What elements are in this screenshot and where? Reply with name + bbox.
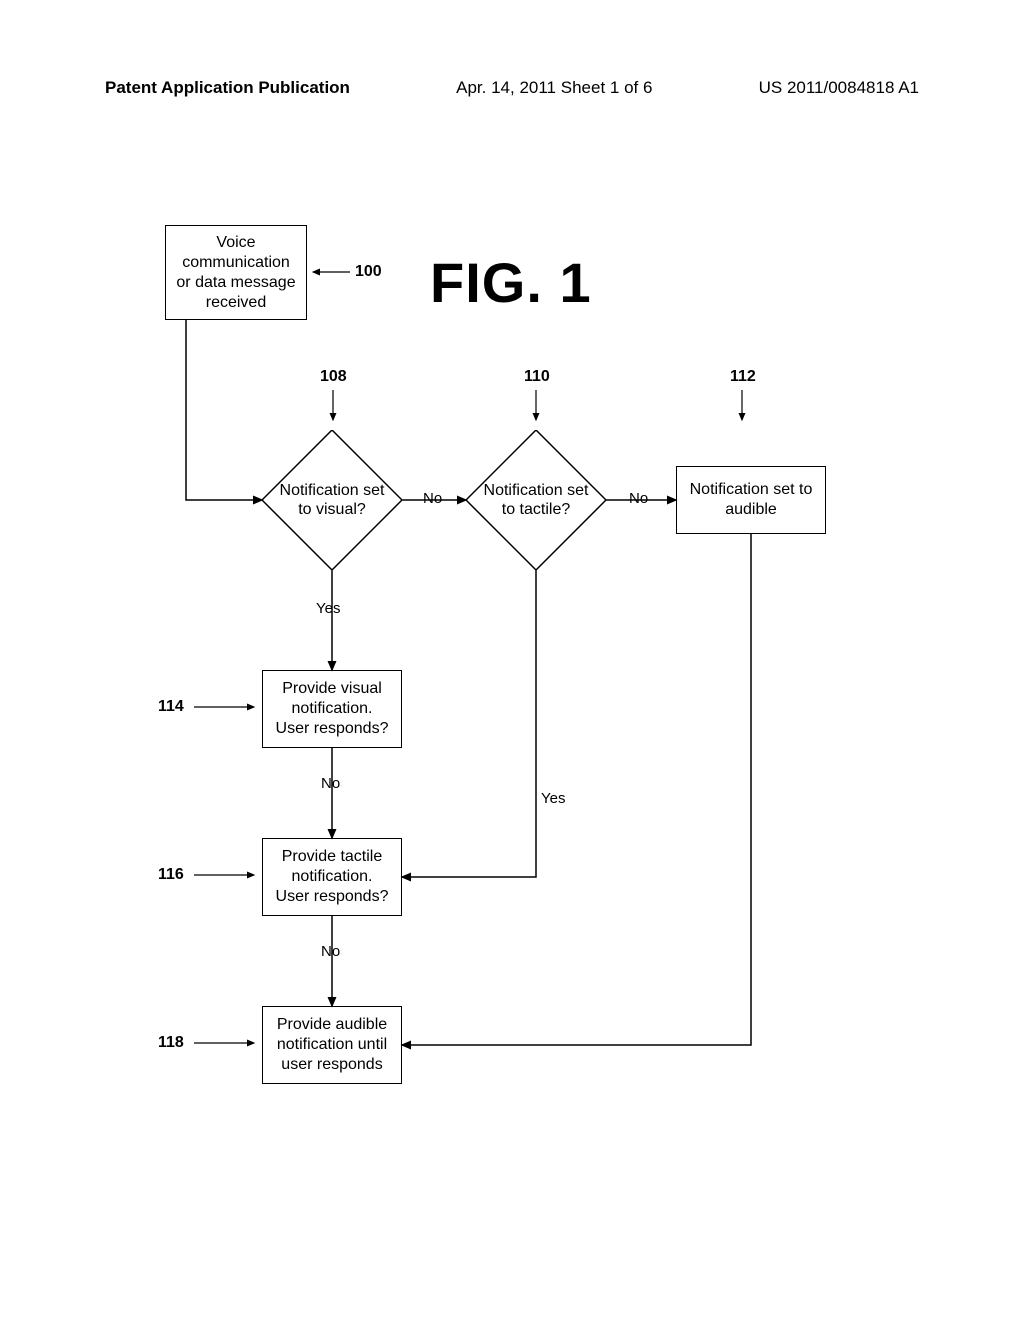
edge-110-no: No [629, 490, 648, 507]
connector-lines [0, 0, 1024, 1320]
node-tactile-notify-text: Provide tactile notification. User respo… [273, 847, 391, 907]
ref-116: 116 [158, 866, 184, 884]
node-audible-set: Notification set to audible [676, 466, 826, 534]
ref-100: 100 [355, 263, 382, 281]
node-audible-notify: Provide audible notification until user … [262, 1006, 402, 1084]
header-pubnum: US 2011/0084818 A1 [759, 78, 919, 98]
ref-118: 118 [158, 1034, 184, 1052]
figure-title: FIG. 1 [430, 250, 592, 315]
node-decision-tactile-text: Notification set to tactile? [481, 481, 591, 519]
edge-116-no: No [321, 943, 340, 960]
node-decision-tactile: Notification set to tactile? [466, 430, 606, 570]
page-header: Patent Application Publication Apr. 14, … [0, 78, 1024, 98]
node-decision-visual: Notification set to visual? [262, 430, 402, 570]
node-visual-notify: Provide visual notification. User respon… [262, 670, 402, 748]
edge-108-no: No [423, 490, 442, 507]
node-start: Voice communication or data message rece… [165, 225, 307, 320]
node-visual-notify-text: Provide visual notification. User respon… [273, 679, 391, 739]
ref-112: 112 [730, 368, 756, 386]
header-date-sheet: Apr. 14, 2011 Sheet 1 of 6 [456, 78, 652, 98]
ref-110: 110 [524, 368, 550, 386]
edge-108-yes: Yes [316, 600, 340, 617]
edge-114-no: No [321, 775, 340, 792]
ref-108: 108 [320, 368, 347, 386]
header-publication: Patent Application Publication [105, 78, 350, 98]
ref-114: 114 [158, 698, 184, 716]
page: Patent Application Publication Apr. 14, … [0, 0, 1024, 1320]
node-tactile-notify: Provide tactile notification. User respo… [262, 838, 402, 916]
node-audible-notify-text: Provide audible notification until user … [273, 1015, 391, 1075]
node-audible-set-text: Notification set to audible [687, 480, 815, 520]
edge-110-yes: Yes [541, 790, 565, 807]
node-start-text: Voice communication or data message rece… [176, 233, 296, 313]
node-decision-visual-text: Notification set to visual? [277, 481, 387, 519]
